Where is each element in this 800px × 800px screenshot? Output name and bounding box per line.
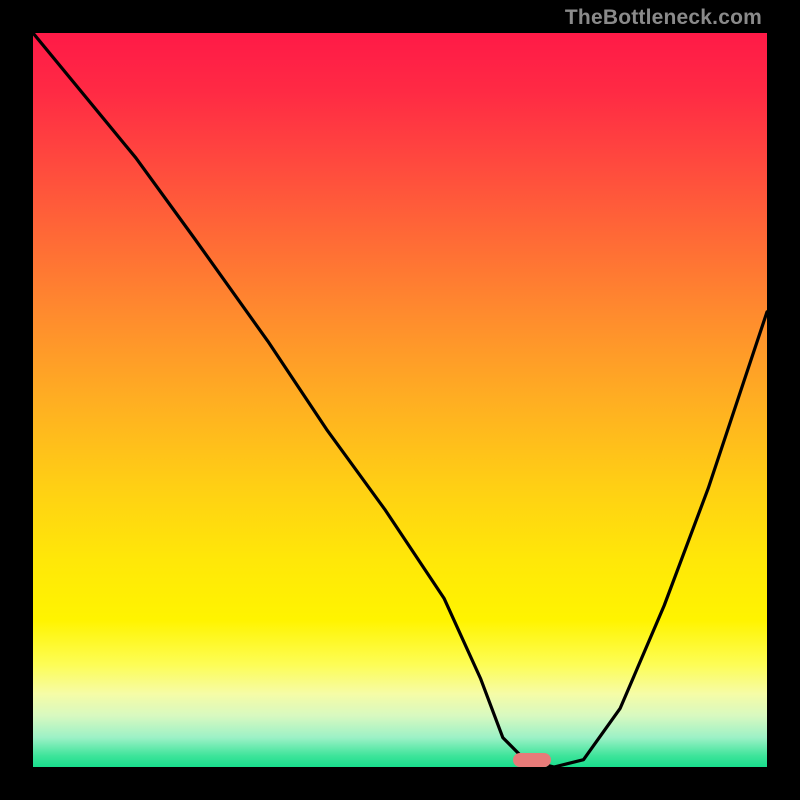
optimum-marker <box>513 753 551 767</box>
chart-frame: TheBottleneck.com <box>0 0 800 800</box>
bottleneck-curve <box>33 33 767 767</box>
curve-svg <box>33 33 767 767</box>
watermark-text: TheBottleneck.com <box>565 6 762 30</box>
plot-area <box>33 33 767 767</box>
